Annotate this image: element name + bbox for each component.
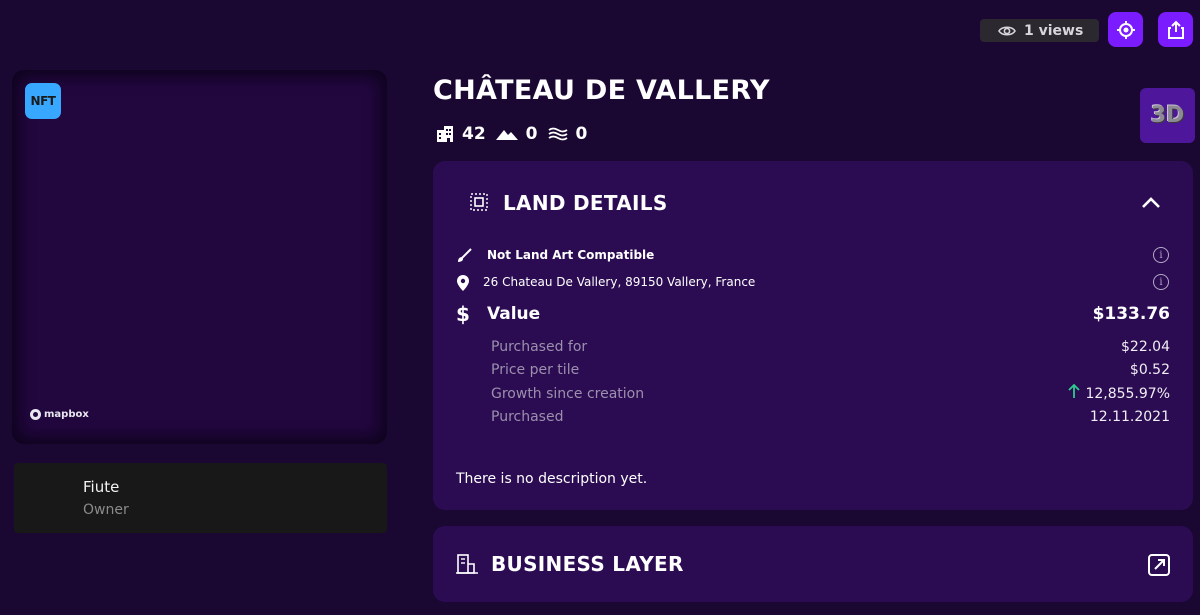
stat-water: 0 xyxy=(547,124,588,144)
purchased-date-value: 12.11.2021 xyxy=(1089,409,1170,425)
chevron-up-icon[interactable] xyxy=(1141,196,1161,209)
mapbox-logo-icon xyxy=(30,409,41,420)
purchased-for-value: $22.04 xyxy=(1121,339,1170,355)
property-address: 26 Chateau De Vallery, 89150 Vallery, Fr… xyxy=(483,275,756,289)
owner-role: Owner xyxy=(83,502,129,518)
mapbox-label: mapbox xyxy=(44,409,89,420)
target-icon xyxy=(1116,20,1135,39)
purchased-date-label: Purchased xyxy=(491,409,564,425)
business-layer-title: BUSINESS LAYER xyxy=(491,552,684,576)
land-grid-icon xyxy=(470,193,488,211)
purchased-for-label: Purchased for xyxy=(491,339,588,355)
dollar-icon: $ xyxy=(456,302,470,326)
nft-badge[interactable]: NFT xyxy=(25,83,61,119)
info-icon[interactable]: i xyxy=(1153,247,1169,263)
arrow-up-icon xyxy=(1068,383,1080,398)
location-pin-icon xyxy=(457,275,469,291)
owner-name[interactable]: Fiute xyxy=(83,478,119,496)
land-details-title: LAND DETAILS xyxy=(503,191,668,215)
eye-icon xyxy=(998,25,1016,36)
owner-card[interactable] xyxy=(14,463,387,533)
share-button[interactable] xyxy=(1158,12,1193,47)
stat-buildings: 42 xyxy=(436,124,486,144)
land-art-status: Not Land Art Compatible xyxy=(487,248,655,262)
mapbox-attribution[interactable]: mapbox xyxy=(30,409,89,420)
stat-mountains-value: 0 xyxy=(525,124,538,144)
view-3d-button[interactable]: 3D xyxy=(1140,88,1195,143)
open-external-icon[interactable] xyxy=(1147,553,1171,577)
mountain-icon xyxy=(495,130,518,140)
brush-icon xyxy=(458,248,472,262)
value-amount: $133.76 xyxy=(1092,304,1170,324)
property-stats: 42 0 0 xyxy=(436,124,587,144)
growth-value: 12,855.97% xyxy=(1085,386,1170,402)
stat-water-value: 0 xyxy=(575,124,588,144)
property-title: CHÂTEAU DE VALLERY xyxy=(433,75,770,106)
map-view[interactable] xyxy=(12,70,387,444)
nft-badge-label: NFT xyxy=(30,94,56,108)
stat-buildings-value: 42 xyxy=(462,124,486,144)
info-icon[interactable]: i xyxy=(1153,274,1169,290)
stat-mountains: 0 xyxy=(495,124,538,144)
views-label: 1 views xyxy=(1024,22,1084,39)
locate-button[interactable] xyxy=(1108,12,1143,47)
growth-label: Growth since creation xyxy=(491,386,645,402)
business-icon xyxy=(456,554,478,574)
value-label: Value xyxy=(487,304,541,324)
share-icon xyxy=(1167,20,1184,39)
views-counter: 1 views xyxy=(980,19,1099,42)
price-per-tile-label: Price per tile xyxy=(491,362,580,378)
buildings-icon xyxy=(437,126,453,142)
water-icon xyxy=(547,127,568,141)
price-per-tile-value: $0.52 xyxy=(1129,362,1170,378)
view-3d-label: 3D xyxy=(1150,103,1185,128)
property-description: There is no description yet. xyxy=(456,471,648,487)
